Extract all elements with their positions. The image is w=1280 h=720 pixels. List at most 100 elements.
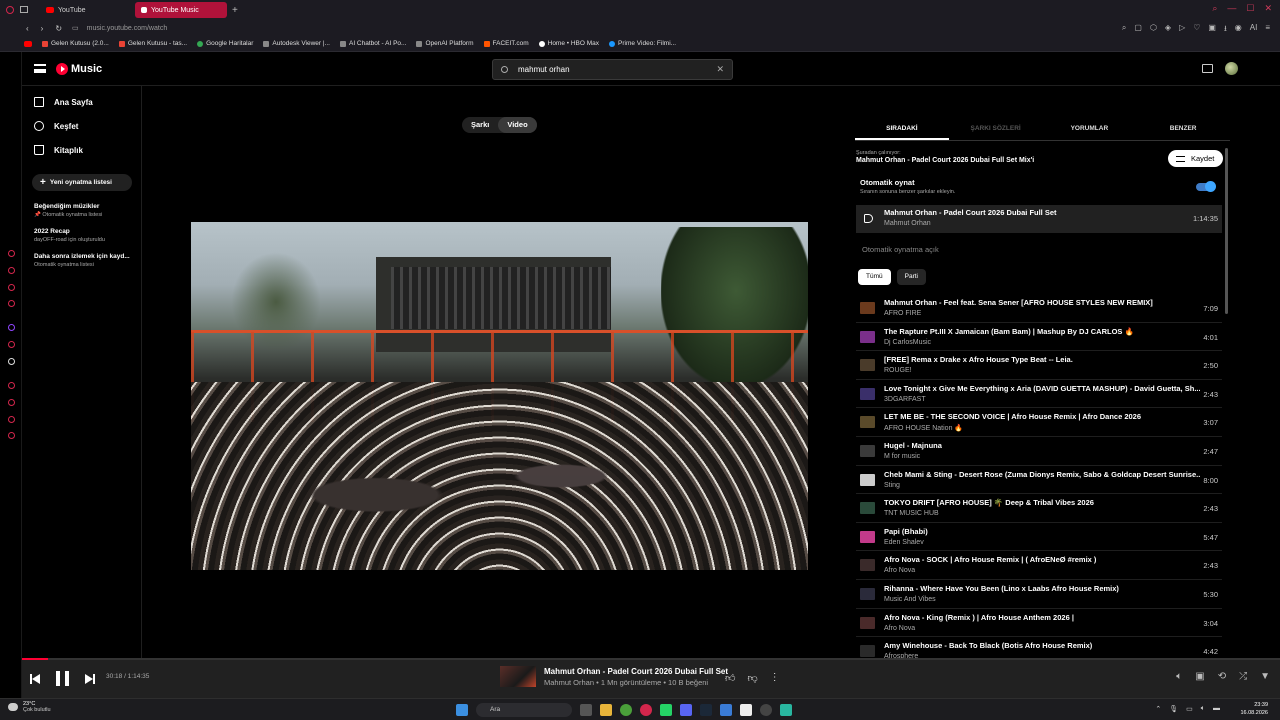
battery-icon[interactable]: ▬ [1213, 705, 1220, 713]
chip-all[interactable]: Tümü [858, 269, 891, 285]
cast-icon[interactable] [1202, 64, 1213, 73]
download-icon[interactable]: ⭳ [1224, 23, 1227, 37]
previous-icon[interactable] [30, 673, 40, 684]
search-input[interactable]: mahmut orhan ✕ [492, 59, 733, 80]
discord-icon[interactable] [680, 704, 692, 716]
ai-button[interactable]: AI [1250, 23, 1258, 37]
next-icon[interactable] [85, 673, 95, 684]
bookmark-item[interactable]: Gelen Kutusu - tas... [118, 40, 187, 47]
opera-menu-icon[interactable] [6, 6, 14, 14]
shield-icon[interactable]: ◈ [1165, 23, 1171, 37]
profile-icon[interactable]: ◉ [1235, 23, 1242, 37]
maximize-button[interactable]: ☐ [1246, 3, 1254, 14]
tab-youtube[interactable]: YouTube [40, 2, 132, 18]
tab-up-next[interactable]: SIRADAKİ [855, 117, 949, 140]
playlist-item[interactable]: 2022 Recap dayOFF-road için oluşturuldu [34, 228, 141, 243]
player-title[interactable]: Mahmut Orhan - Padel Court 2026 Dubai Fu… [544, 667, 728, 676]
steam-icon[interactable] [700, 704, 712, 716]
sidebar-app-icon[interactable] [8, 341, 15, 348]
sidebar-app-icon[interactable] [8, 399, 15, 406]
queue-item[interactable]: [FREE] Rema x Drake x Afro House Type Be… [856, 351, 1222, 380]
sidebar-app-icon[interactable] [8, 300, 15, 307]
save-button[interactable]: Kaydet [1168, 150, 1223, 167]
youtube-bookmark-icon[interactable] [24, 40, 32, 47]
sidebar-item-home[interactable]: Ana Sayfa [22, 90, 141, 114]
whatsapp-icon[interactable] [660, 704, 672, 716]
chevron-up-icon[interactable]: ⌃ [1155, 705, 1161, 713]
wallet-icon[interactable]: ▣ [1208, 23, 1216, 37]
queue-item[interactable]: Love Tonight x Give Me Everything x Aria… [856, 380, 1222, 409]
back-icon[interactable]: ‹ [26, 24, 29, 33]
clear-search-icon[interactable]: ✕ [716, 64, 724, 75]
bookmark-item[interactable]: Gelen Kutusu (2.0... [42, 40, 109, 47]
zoom-icon[interactable]: ⌕ [1122, 23, 1126, 37]
bookmark-item[interactable]: AI Chatbot - AI Po... [339, 40, 406, 47]
playlist-item[interactable]: Beğendiğim müzikler 📌 Otomatik oynatma li… [34, 203, 141, 218]
ytmusic-logo[interactable]: Music [56, 63, 102, 75]
playlist-item[interactable]: Daha sonra izlemek için kayd... Otomatik … [34, 253, 141, 268]
volume-icon[interactable]: 🔈︎ [1176, 671, 1182, 682]
task-view-icon[interactable] [580, 704, 592, 716]
minimize-button[interactable]: — [1227, 3, 1236, 14]
chip-party[interactable]: Parti [896, 269, 926, 285]
sidebar-item-explore[interactable]: Keşfet [22, 114, 141, 138]
menu-icon[interactable] [34, 64, 46, 73]
twitch-icon[interactable] [8, 324, 15, 331]
clock[interactable]: 23:39 16.08.2026 [1240, 701, 1268, 717]
speaker-icon[interactable]: 🔈︎ [1201, 705, 1205, 713]
url-field[interactable]: music.youtube.com/watch [87, 25, 168, 32]
like-icon[interactable]: 👍︎ [725, 672, 735, 684]
play-icon[interactable]: ▷ [1179, 23, 1185, 37]
taskbar-search[interactable]: Ara [476, 703, 572, 717]
app-icon[interactable] [780, 704, 792, 716]
tab-youtube-music[interactable]: YouTube Music [135, 2, 227, 18]
x-icon[interactable] [8, 358, 15, 365]
repeat-icon[interactable]: ⟲ [1218, 671, 1226, 682]
autoplay-toggle[interactable] [1196, 181, 1216, 192]
tab-related[interactable]: BENZER [1136, 117, 1230, 140]
video-player[interactable] [191, 222, 808, 570]
menu-icon[interactable]: ≡ [1265, 23, 1270, 37]
windows-start-icon[interactable] [456, 704, 468, 716]
sidebar-item-library[interactable]: Kitaplık [22, 138, 141, 162]
extensions-icon[interactable]: ⬡ [1150, 23, 1157, 37]
sidebar-app-icon[interactable] [8, 267, 15, 274]
new-tab-button[interactable]: + [232, 5, 238, 16]
file-explorer-icon[interactable] [600, 704, 612, 716]
settings-icon[interactable] [8, 432, 15, 439]
search-tabs-icon[interactable]: ⌕ [1212, 3, 1217, 14]
tab-comments[interactable]: YORUMLAR [1043, 117, 1137, 140]
now-playing-item[interactable]: Mahmut Orhan - Padel Court 2026 Dubai Fu… [856, 205, 1222, 233]
bookmark-item[interactable]: OpenAI Platform [416, 40, 474, 47]
queue-item[interactable]: Afro Nova - SOCK | Afro House Remix | ( … [856, 551, 1222, 580]
tab-lyrics[interactable]: ŞARKI SÖZLERİ [949, 117, 1043, 140]
mic-icon[interactable]: 🎙︎ [1169, 705, 1178, 713]
queue-item[interactable]: Mahmut Orhan - Feel feat. Sena Sener [AF… [856, 294, 1222, 323]
snapshot-icon[interactable]: ▢ [1134, 23, 1142, 37]
miniplayer-icon[interactable]: ▣ [1195, 671, 1204, 682]
dislike-icon[interactable]: 👎︎ [747, 672, 757, 684]
bookmark-item[interactable]: Autodesk Viewer |... [263, 40, 330, 47]
queue-item[interactable]: Cheb Mami & Sting - Desert Rose (Zuma Di… [856, 466, 1222, 495]
weather-widget[interactable]: 23°C Çok bulutlu [8, 701, 51, 713]
reload-icon[interactable]: ↻ [55, 24, 62, 33]
sidebar-app-icon[interactable] [8, 382, 15, 389]
expand-icon[interactable]: ▼ [1260, 671, 1270, 682]
song-toggle[interactable]: Şarkı [462, 117, 498, 133]
sidebar-app-icon[interactable] [8, 250, 15, 257]
notepad-icon[interactable] [740, 704, 752, 716]
app-icon[interactable] [720, 704, 732, 716]
forward-icon[interactable]: › [41, 24, 44, 33]
bookmark-item[interactable]: Prime Video: Filmi... [609, 40, 676, 47]
queue-item[interactable]: Rihanna - Where Have You Been (Lino x La… [856, 580, 1222, 609]
bookmark-item[interactable]: FACEIT.com [483, 40, 529, 47]
sidebar-app-icon[interactable] [8, 416, 15, 423]
network-icon[interactable]: ▭ [1186, 705, 1193, 713]
close-button[interactable]: ✕ [1264, 3, 1272, 14]
site-info-icon[interactable]: ▭ [72, 24, 79, 32]
queue-item[interactable]: Hugel - Majnuna M for music 2:47 [856, 437, 1222, 466]
app-icon[interactable] [760, 704, 772, 716]
bookmark-item[interactable]: Google Haritalar [197, 40, 253, 47]
tab-manager-icon[interactable] [20, 6, 28, 13]
queue-item[interactable]: The Rapture Pt.III X Jamaican (Bam Bam) … [856, 323, 1222, 352]
